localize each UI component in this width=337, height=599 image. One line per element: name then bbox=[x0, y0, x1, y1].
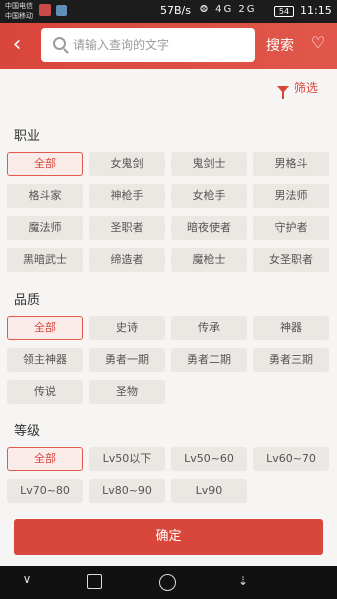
arrow-down-icon: ⇣ bbox=[237, 574, 249, 588]
quality-option-chip[interactable]: 勇者二期 bbox=[171, 348, 247, 372]
profession-option-chip[interactable]: 男格斗 bbox=[253, 152, 329, 176]
carrier-info: 中国电信 中国移动 bbox=[5, 1, 33, 21]
level-option-chip[interactable]: Lv90 bbox=[171, 479, 247, 503]
profession-option-chip[interactable]: 女枪手 bbox=[171, 184, 247, 208]
quality-option-chip[interactable]: 传承 bbox=[171, 316, 247, 340]
search-icon bbox=[53, 37, 66, 50]
filter-icon bbox=[277, 86, 289, 99]
search-header: ‹ 搜索 ♡ bbox=[0, 23, 337, 69]
network-speed: 57B/s bbox=[160, 4, 191, 17]
profession-option-chip[interactable]: 格斗家 bbox=[7, 184, 83, 208]
quality-option-chip[interactable]: 领主神器 bbox=[7, 348, 83, 372]
profession-option-chip[interactable]: 守护者 bbox=[253, 216, 329, 240]
profession-option-chip[interactable]: 魔法师 bbox=[7, 216, 83, 240]
quality-option-chip[interactable]: 全部 bbox=[7, 316, 83, 340]
section-title-quality: 品质 bbox=[14, 293, 41, 308]
status-bar: 中国电信 中国移动 57B/s ⨷ 4G 2G 54 11:15 bbox=[0, 0, 337, 23]
confirm-button[interactable]: 确定 bbox=[14, 519, 323, 555]
profession-option-chip[interactable]: 鬼剑士 bbox=[171, 152, 247, 176]
back-button[interactable]: ‹ bbox=[6, 30, 28, 60]
profession-option-chip[interactable]: 缔造者 bbox=[89, 248, 165, 272]
nav-recents-button[interactable] bbox=[87, 574, 102, 589]
profession-option-chip[interactable]: 男法师 bbox=[253, 184, 329, 208]
quality-option-chip[interactable]: 勇者三期 bbox=[253, 348, 329, 372]
filter-label: 筛选 bbox=[294, 81, 319, 95]
profession-option-chip[interactable]: 全部 bbox=[7, 152, 83, 176]
carrier-1: 中国电信 bbox=[5, 2, 33, 10]
quality-option-chip[interactable]: 史诗 bbox=[89, 316, 165, 340]
nav-back-button[interactable]: ∨ bbox=[21, 572, 33, 592]
chevron-left-icon: ‹ bbox=[12, 32, 22, 57]
profession-option-chip[interactable]: 暗夜使者 bbox=[171, 216, 247, 240]
profession-option-chip[interactable]: 圣职者 bbox=[89, 216, 165, 240]
section-title-level: 等级 bbox=[14, 424, 41, 439]
level-option-chip[interactable]: Lv50~60 bbox=[171, 447, 247, 471]
filter-button[interactable]: 筛选 bbox=[277, 79, 319, 99]
search-input[interactable] bbox=[73, 34, 251, 56]
profession-option-chip[interactable]: 女鬼剑 bbox=[89, 152, 165, 176]
nav-notification-button[interactable]: ⇣ bbox=[236, 574, 250, 588]
carrier-2: 中国移动 bbox=[5, 12, 33, 20]
profession-option-chip[interactable]: 神枪手 bbox=[89, 184, 165, 208]
section-title-profession: 职业 bbox=[14, 129, 41, 144]
nav-home-button[interactable] bbox=[159, 574, 176, 591]
notification-app-icon bbox=[39, 4, 51, 16]
search-button[interactable]: 搜索 bbox=[266, 35, 294, 55]
quality-option-chip[interactable]: 勇者一期 bbox=[89, 348, 165, 372]
quality-option-chip[interactable]: 圣物 bbox=[89, 380, 165, 404]
notification-image-icon bbox=[56, 5, 67, 16]
profession-option-chip[interactable]: 黑暗武士 bbox=[7, 248, 83, 272]
level-option-chip[interactable]: Lv50以下 bbox=[89, 447, 165, 471]
battery-icon: 54 bbox=[274, 6, 294, 17]
quality-option-chip[interactable]: 神器 bbox=[253, 316, 329, 340]
quality-option-chip[interactable]: 传说 bbox=[7, 380, 83, 404]
chevron-down-icon: ∨ bbox=[22, 572, 32, 586]
profession-option-chip[interactable]: 女圣职者 bbox=[253, 248, 329, 272]
clock: 11:15 bbox=[300, 4, 332, 17]
search-box[interactable] bbox=[41, 28, 255, 62]
profession-option-chip[interactable]: 魔枪士 bbox=[171, 248, 247, 272]
level-option-chip[interactable]: Lv70~80 bbox=[7, 479, 83, 503]
heart-icon: ♡ bbox=[310, 33, 326, 52]
signal-icon: ⨷ 4G 2G bbox=[200, 4, 257, 15]
system-nav-bar: ∨ ⇣ bbox=[0, 566, 337, 599]
level-option-chip[interactable]: 全部 bbox=[7, 447, 83, 471]
level-option-chip[interactable]: Lv80~90 bbox=[89, 479, 165, 503]
level-option-chip[interactable]: Lv60~70 bbox=[253, 447, 329, 471]
favorite-button[interactable]: ♡ bbox=[308, 32, 328, 54]
